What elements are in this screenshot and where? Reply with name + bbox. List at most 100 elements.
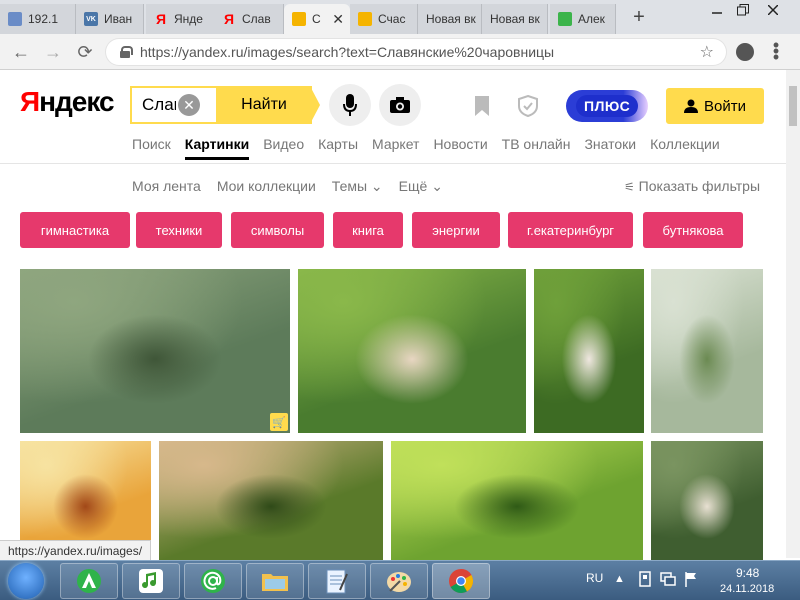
browser-tab[interactable]: Я Слав (214, 4, 284, 34)
image-result[interactable] (159, 441, 383, 560)
plus-label: ПЛЮС (576, 95, 639, 117)
image-result[interactable] (534, 269, 644, 433)
browser-tab[interactable]: VK Иван (76, 4, 144, 34)
scrollbar-thumb[interactable] (789, 86, 797, 126)
tray-expand-icon[interactable]: ▲ (614, 573, 625, 585)
find-button-label: Найти (241, 96, 287, 113)
voice-search-button[interactable] (329, 84, 371, 126)
address-url: https://yandex.ru/images/search?text=Сла… (140, 44, 555, 60)
clear-search-icon[interactable]: ✕ (178, 94, 200, 116)
restore-button[interactable] (730, 0, 756, 20)
browser-tab[interactable]: Я Янде (146, 4, 216, 34)
back-button[interactable]: ← (10, 41, 32, 63)
subnav-item[interactable]: Ещё ⌄ (399, 178, 443, 195)
tag-chip[interactable]: г.екатеринбург (508, 212, 633, 248)
subnav-item[interactable]: Темы ⌄ (332, 178, 383, 195)
browser-tab[interactable]: Новая вк (418, 4, 482, 34)
taskbar-app-antivirus[interactable] (60, 563, 118, 599)
tab-title: Слав (242, 12, 271, 26)
find-button[interactable]: Найти (216, 86, 312, 124)
tab-title: 192.1 (28, 12, 59, 26)
profile-avatar-icon[interactable] (736, 43, 754, 61)
shield-icon[interactable] (518, 95, 538, 117)
image-result[interactable] (651, 269, 763, 433)
close-tab-icon[interactable]: ✕ (332, 11, 344, 28)
forward-button[interactable]: → (42, 41, 64, 63)
new-tab-button[interactable]: + (628, 6, 650, 29)
browser-menu-icon[interactable]: • • • (770, 36, 782, 66)
taskbar-app-paint[interactable] (370, 563, 428, 599)
logo-word: ндекс (39, 86, 114, 117)
service-tab[interactable]: Картинки (184, 136, 250, 160)
taskbar-app-chrome[interactable] (432, 563, 490, 599)
taskbar-app-mail[interactable] (184, 563, 242, 599)
tray-network-icon[interactable] (660, 571, 676, 590)
camera-icon (390, 97, 410, 113)
shopping-cart-icon[interactable]: 🛒 (270, 413, 288, 431)
logo-letter: Я (20, 86, 40, 117)
service-tab[interactable]: Видео (263, 136, 304, 160)
service-tab[interactable]: Карты (318, 136, 358, 160)
browser-tab[interactable]: С ✕ (284, 4, 350, 34)
address-bar[interactable]: https://yandex.ru/images/search?text=Сла… (106, 39, 726, 65)
bookmarks-icon[interactable] (472, 95, 492, 117)
filters-label: Показать фильтры (638, 178, 761, 194)
tray-device-icon[interactable] (638, 571, 652, 590)
image-result[interactable] (298, 269, 526, 433)
minimize-button[interactable] (704, 0, 730, 20)
service-tab[interactable]: ТВ онлайн (502, 136, 571, 160)
tag-chip[interactable]: символы (231, 212, 324, 248)
browser-tab[interactable]: 192.1 (0, 4, 76, 34)
service-tab[interactable]: Коллекции (650, 136, 720, 160)
login-button[interactable]: Войти (666, 88, 764, 124)
tag-chip[interactable]: гимнастика (20, 212, 130, 248)
yandex-icon: Я (223, 11, 235, 27)
plus-button[interactable]: ПЛЮС (566, 90, 648, 122)
tag-chip[interactable]: энергии (412, 212, 500, 248)
tab-title: Новая вк (426, 12, 476, 26)
tray-action-center-icon[interactable] (684, 571, 698, 590)
microphone-icon (343, 94, 357, 116)
tag-chip[interactable]: книга (333, 212, 403, 248)
find-button-arrow (310, 86, 320, 124)
service-tab[interactable]: Знатоки (584, 136, 636, 160)
start-button[interactable] (8, 563, 44, 599)
search-input[interactable] (132, 95, 176, 115)
language-indicator[interactable]: RU (586, 571, 603, 585)
browser-tab[interactable]: Новая вк (482, 4, 548, 34)
taskbar-app-notepad[interactable] (308, 563, 366, 599)
filters-icon: ⚟ (624, 180, 635, 194)
windows-taskbar: RU ▲ 9:48 24.11.2018 (0, 560, 800, 600)
image-result[interactable] (651, 441, 763, 560)
page-scrollbar[interactable] (786, 70, 800, 558)
browser-tab[interactable]: Счас (350, 4, 418, 34)
subnav-item[interactable]: Моя лента (132, 178, 201, 195)
close-window-button[interactable] (760, 0, 786, 20)
show-filters-button[interactable]: ⚟ Показать фильтры (624, 178, 760, 194)
subnav-item[interactable]: Мои коллекции (217, 178, 316, 195)
service-tab[interactable]: Поиск (132, 136, 171, 160)
image-result[interactable] (391, 441, 643, 560)
image-result[interactable]: 🛒 (20, 269, 290, 433)
reload-button[interactable]: ⟳ (74, 41, 96, 63)
yandex-logo[interactable]: Яндекс (20, 86, 115, 118)
tag-chip[interactable]: техники (136, 212, 222, 248)
notepad-icon (326, 569, 348, 594)
browser-tab[interactable]: Алек (550, 4, 616, 34)
yandex-icon: Я (155, 11, 167, 27)
service-tab[interactable]: Маркет (372, 136, 419, 160)
taskbar-app-explorer[interactable] (246, 563, 304, 599)
tag-chip[interactable]: бутнякова (643, 212, 743, 248)
vk-icon: VK (84, 12, 98, 26)
bookmark-star-icon[interactable]: ☆ (700, 42, 714, 62)
service-tab[interactable]: Новости (433, 136, 487, 160)
tab-title: Янде (174, 12, 203, 26)
android-arrow-icon (77, 569, 101, 593)
clock-time[interactable]: 9:48 (736, 566, 759, 580)
clock-date[interactable]: 24.11.2018 (720, 583, 774, 595)
images-subnav: Моя лента Мои коллекции Темы ⌄ Ещё ⌄ (132, 178, 459, 195)
lock-icon (120, 46, 133, 58)
tab-title: Алек (578, 12, 605, 26)
taskbar-app-music[interactable] (122, 563, 180, 599)
image-search-button[interactable] (379, 84, 421, 126)
